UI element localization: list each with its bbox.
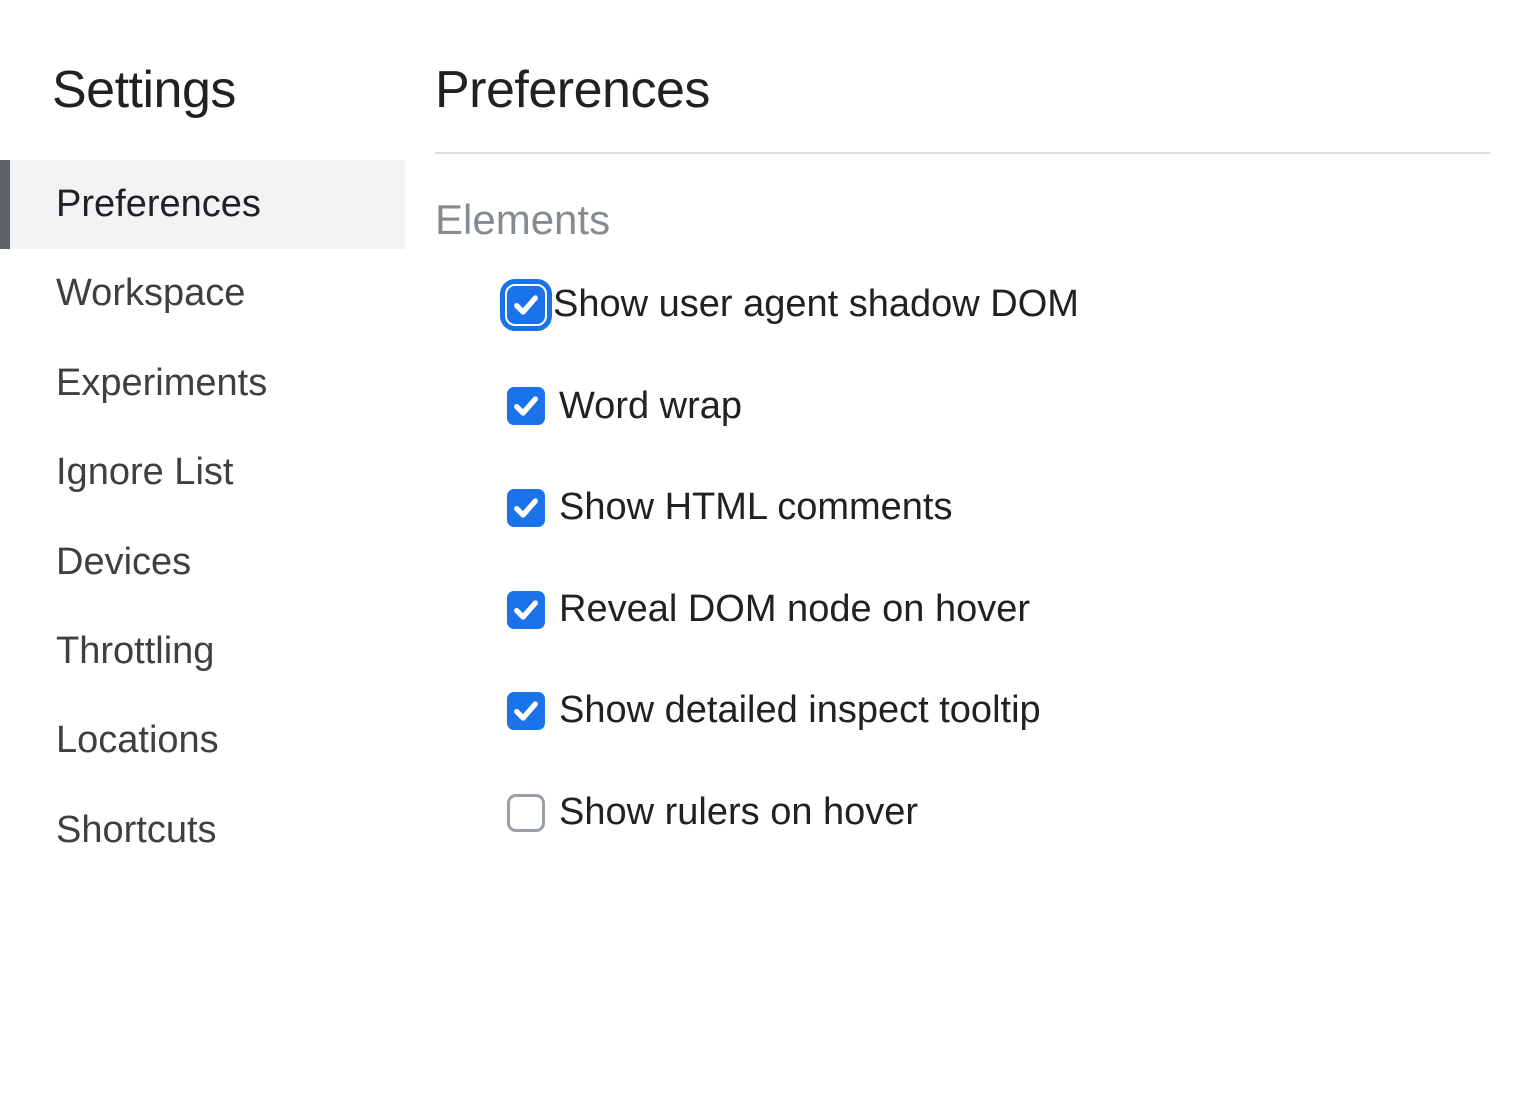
- sidebar-item-label: Devices: [56, 541, 191, 583]
- sidebar-item-devices[interactable]: Devices: [0, 518, 405, 607]
- option-label: Show rulers on hover: [559, 790, 918, 836]
- option-label: Show user agent shadow DOM: [553, 282, 1079, 328]
- checkbox-icon: [507, 286, 545, 324]
- sidebar-item-label: Throttling: [56, 630, 214, 672]
- sidebar-item-label: Workspace: [56, 272, 245, 314]
- settings-sidebar: Settings Preferences Workspace Experimen…: [0, 0, 405, 1110]
- sidebar-item-ignore-list[interactable]: Ignore List: [0, 428, 405, 517]
- sidebar-item-label: Preferences: [56, 183, 261, 225]
- option-label: Word wrap: [559, 384, 742, 430]
- sidebar-item-experiments[interactable]: Experiments: [0, 339, 405, 428]
- sidebar-item-locations[interactable]: Locations: [0, 696, 405, 785]
- sidebar-item-workspace[interactable]: Workspace: [0, 249, 405, 338]
- option-word-wrap[interactable]: Word wrap: [507, 384, 1490, 430]
- option-label: Show HTML comments: [559, 485, 952, 531]
- option-show-html-comments[interactable]: Show HTML comments: [507, 485, 1490, 531]
- sidebar-item-label: Experiments: [56, 362, 267, 404]
- sidebar-item-throttling[interactable]: Throttling: [0, 607, 405, 696]
- checkbox-icon: [507, 489, 545, 527]
- sidebar-item-label: Ignore List: [56, 451, 233, 493]
- option-show-detailed-inspect-tooltip[interactable]: Show detailed inspect tooltip: [507, 688, 1490, 734]
- option-show-user-agent-shadow-dom[interactable]: Show user agent shadow DOM: [507, 282, 1490, 328]
- sidebar-title: Settings: [0, 60, 405, 120]
- checkbox-icon: [507, 794, 545, 832]
- option-label: Show detailed inspect tooltip: [559, 688, 1041, 734]
- elements-options-list: Show user agent shadow DOM Word wrap Sho…: [435, 282, 1490, 836]
- option-label: Reveal DOM node on hover: [559, 587, 1030, 633]
- page-title: Preferences: [435, 60, 1490, 154]
- option-reveal-dom-node-on-hover[interactable]: Reveal DOM node on hover: [507, 587, 1490, 633]
- sidebar-item-shortcuts[interactable]: Shortcuts: [0, 786, 405, 875]
- preferences-panel: Preferences Elements Show user agent sha…: [405, 0, 1520, 1110]
- sidebar-item-preferences[interactable]: Preferences: [0, 160, 405, 249]
- checkbox-icon: [507, 591, 545, 629]
- checkbox-icon: [507, 692, 545, 730]
- sidebar-item-label: Shortcuts: [56, 809, 217, 851]
- sidebar-item-label: Locations: [56, 719, 219, 761]
- option-show-rulers-on-hover[interactable]: Show rulers on hover: [507, 790, 1490, 836]
- section-title-elements: Elements: [435, 196, 1490, 244]
- checkbox-icon: [507, 387, 545, 425]
